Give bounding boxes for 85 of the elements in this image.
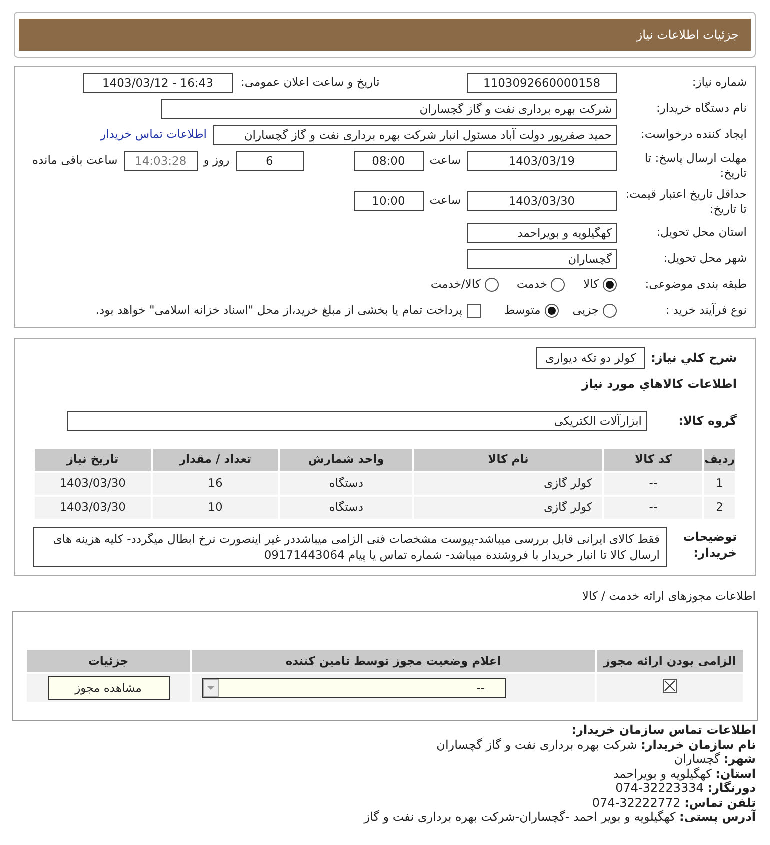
table-cell: 16	[152, 472, 280, 496]
field-label: شماره نیاز:	[691, 74, 747, 92]
requester-field: حمید صفرپور دولت آباد مسئول انبار شرکت بهره برداری نفت و گاز گچساران	[213, 125, 617, 145]
column-header: کد کالا	[603, 448, 704, 472]
column-header: نام کالا	[413, 448, 604, 472]
field-label: نام دستگاه خریدار:	[655, 100, 747, 118]
field-label: تاریخ و ساعت اعلان عمومی:	[241, 74, 380, 92]
contact-label: استان:	[716, 766, 756, 781]
field-label: شهر محل تحویل:	[662, 250, 747, 268]
contact-title: اطلاعات تماس سازمان خریدار:	[570, 723, 756, 738]
radio-label: متوسط	[504, 302, 541, 320]
section-label: توضیحات خریدار:	[682, 529, 737, 561]
contact-value: کهگیلویه و بویراحمد	[613, 766, 712, 781]
radio-label: کالا	[583, 276, 599, 294]
table-cell: 2	[703, 496, 736, 520]
field-label: حداقل تاریخ اعتبار قیمت: تا تاریخ:	[624, 187, 747, 217]
table-cell: کولر گازی	[413, 496, 604, 520]
section-label: گروه کالا:	[678, 413, 737, 430]
table-cell: کولر گازی	[413, 472, 604, 496]
table-cell: دستگاه	[279, 472, 414, 496]
contact-value: کهگیلویه و بویر احمد -گچساران-شرکت بهره برداری نفت و گاز	[364, 810, 676, 824]
radio-label: جزیی	[572, 302, 599, 320]
province-field: کهگیلویه و بویراحمد	[467, 223, 617, 243]
table-cell: دستگاه	[279, 496, 414, 520]
field-label: نوع فرآیند خرید :	[664, 302, 747, 320]
city-field: گچساران	[467, 249, 617, 269]
field-label: طبقه بندی موضوعی:	[644, 276, 747, 294]
field-label: ایجاد کننده درخواست:	[640, 126, 747, 144]
checkbox-label: پرداخت تمام یا بخشی از مبلغ خرید،از محل "اسناد خزانه اسلامی" خواهد بود.	[96, 302, 463, 320]
radio-label: کالا/خدمت	[430, 276, 481, 294]
column-header: واحد شمارش	[279, 448, 414, 472]
table-cell: --	[603, 496, 704, 520]
table-cell: 1403/03/30	[34, 496, 152, 520]
contact-value: 32222772-074	[592, 796, 681, 810]
goods-group-field: ابزارآلات الکتریکی	[67, 411, 647, 431]
column-header: الزامی بودن ارائه مجوز	[596, 649, 744, 674]
radio-button[interactable]	[603, 278, 617, 292]
contact-label: دورنگار:	[708, 781, 756, 796]
checkbox[interactable]	[466, 304, 481, 318]
validity-time-field: 10:00	[354, 191, 424, 211]
radio-button[interactable]	[544, 304, 559, 318]
deadline-time-field: 08:00	[354, 151, 424, 171]
validity-date-field: 1403/03/30	[467, 191, 617, 211]
days-field: 6	[236, 151, 304, 171]
column-header: تاریخ نیاز	[34, 448, 152, 472]
contact-label: تلفن تماس:	[684, 796, 756, 810]
field-label: ساعت باقی مانده	[32, 152, 118, 170]
contact-label: شهر:	[724, 752, 756, 766]
column-header: اعلام وضعیت مجوز توسط تامین کننده	[191, 649, 596, 674]
view-license-button[interactable]: مشاهده مجوز	[48, 676, 170, 700]
field-label: استان محل تحویل:	[656, 224, 747, 242]
remaining-time-field: 14:03:28	[124, 151, 198, 171]
column-header: جزئیات	[26, 649, 191, 674]
buyer-org-field: شرکت بهره برداری نفت و گاز گچساران	[161, 99, 617, 119]
table-cell: 1	[703, 472, 736, 496]
table-cell: 10	[152, 496, 280, 520]
contact-value: گچساران	[674, 752, 720, 766]
field-label: ساعت	[430, 152, 461, 170]
table-cell: --	[603, 472, 704, 496]
section-label: شرح کلي نياز:	[651, 350, 737, 367]
need-number-field: 1103092660000158	[467, 73, 617, 93]
buyer-notes-field: فقط کالای ایرانی قابل بررسی میباشد-پیوست مشخصات فنی الزامی میباشددر غیر اینصورت نرخ ابطال میگردد- کلیه هزینه های ارسال کالا تا انبار خریدار با فروشنده میباشد- شماره تماس یا پیام 09171443064	[33, 527, 667, 567]
page-title-bar: جزئیات اطلاعات نیاز	[19, 19, 751, 51]
contact-label: نام سازمان خریدار:	[641, 738, 756, 752]
radio-label: خدمت	[516, 276, 548, 294]
contact-value: شرکت بهره برداری نفت و گاز گچساران	[436, 738, 638, 752]
column-header: تعداد / مقدار	[152, 448, 280, 472]
buyer-contact-link[interactable]: اطلاعات تماس خریدار	[100, 126, 207, 144]
section-heading: اطلاعات کالاهاي مورد نياز	[580, 376, 737, 393]
radio-button[interactable]	[551, 278, 566, 292]
status-select[interactable]: --	[202, 678, 506, 698]
field-label: روز و	[204, 152, 230, 170]
contact-label: آدرس پستی:	[680, 810, 756, 824]
checkbox[interactable]	[663, 679, 677, 694]
summary-field: کولر دو تکه دیواری	[536, 347, 646, 369]
deadline-date-field: 1403/03/19	[467, 151, 617, 171]
field-label: مهلت ارسال پاسخ: تا تاریخ:	[644, 151, 747, 181]
radio-button[interactable]	[484, 278, 499, 292]
table-cell: 1403/03/30	[34, 472, 152, 496]
radio-button[interactable]	[603, 304, 617, 318]
section-title: اطلاعات مجوزهای ارائه خدمت / کالا	[581, 588, 756, 605]
announce-datetime-field: 1403/03/12 - 16:43	[83, 73, 233, 93]
field-label: ساعت	[430, 192, 461, 210]
column-header: رديف	[703, 448, 736, 472]
contact-value: 32223334-074	[616, 781, 704, 796]
